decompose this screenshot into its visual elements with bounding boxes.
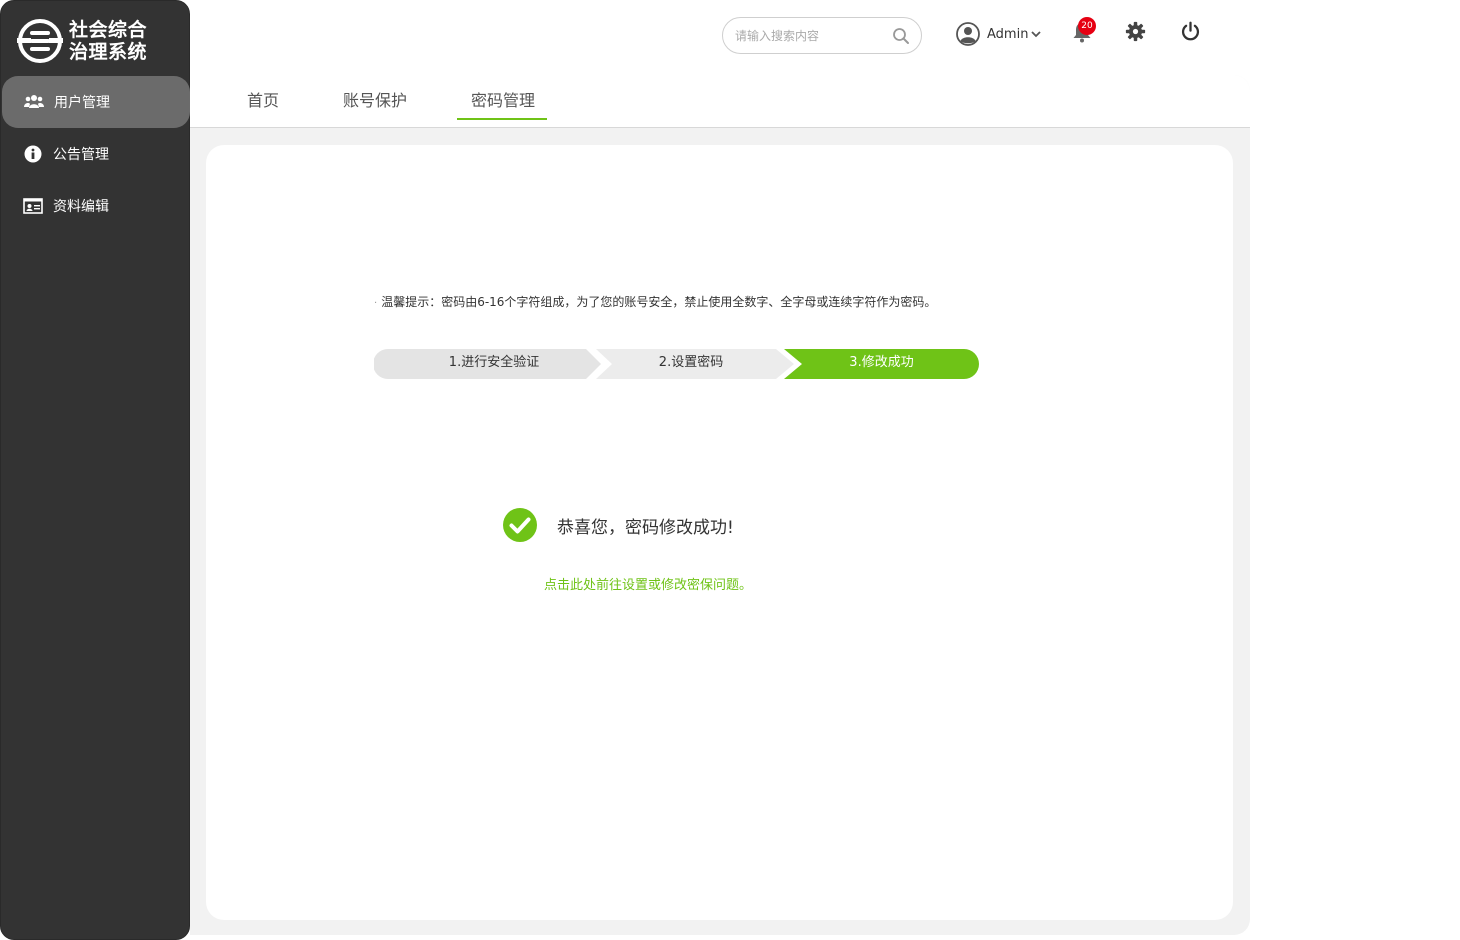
- check-circle-icon: [503, 508, 537, 542]
- notification-badge: 20: [1078, 17, 1096, 35]
- tip-text: 温馨提示：密码由6-16个字符组成，为了您的账号安全，禁止使用全数字、全字母或连…: [381, 295, 937, 309]
- sidebar-item-label: 公告管理: [53, 147, 109, 163]
- app-title: 社会综合 治理系统: [69, 19, 147, 63]
- users-icon: [24, 92, 44, 112]
- info-icon: [23, 144, 43, 164]
- tip-bullet: ·: [374, 298, 378, 309]
- sidebar-nav: 用户管理 公告管理 资料编辑: [1, 76, 191, 232]
- app-logo[interactable]: 社会综合 治理系统: [15, 13, 185, 69]
- security-question-link[interactable]: 点击此处前往设置或修改密保问题。: [544, 574, 752, 593]
- user-menu[interactable]: Admin: [956, 21, 1042, 47]
- user-avatar-icon: [956, 22, 980, 46]
- success-message: 恭喜您，密码修改成功!: [557, 517, 734, 538]
- step-3-label: 3.修改成功: [849, 355, 914, 370]
- search-input[interactable]: [733, 24, 893, 48]
- tab-bar: 首页 账号保护 密码管理: [190, 75, 1250, 128]
- search-box: [722, 17, 922, 54]
- sidebar: 社会综合 治理系统 用户管理 公告管理 资料编辑: [0, 0, 190, 940]
- search-icon[interactable]: [892, 27, 910, 45]
- step-2-label: 2.设置密码: [658, 355, 724, 370]
- sidebar-item-profile-edit[interactable]: 资料编辑: [1, 180, 191, 232]
- active-tab-indicator: [457, 118, 547, 120]
- sidebar-item-label: 用户管理: [54, 95, 110, 111]
- sidebar-item-user-management[interactable]: 用户管理: [2, 76, 190, 128]
- app-title-line2: 治理系统: [69, 41, 148, 63]
- progress-steps: 1.进行安全验证 2.设置密码 3.修改成功: [374, 348, 984, 380]
- tab-account-protection[interactable]: 账号保护: [343, 89, 407, 119]
- chevron-down-icon: [1031, 31, 1042, 38]
- password-result-card: · 温馨提示：密码由6-16个字符组成，为了您的账号安全，禁止使用全数字、全字母或…: [206, 145, 1233, 920]
- id-card-icon: [23, 196, 43, 216]
- tab-home[interactable]: 首页: [247, 89, 279, 119]
- app-title-line1: 社会综合: [69, 19, 148, 41]
- tab-password-management[interactable]: 密码管理: [471, 89, 535, 119]
- sidebar-item-announcements[interactable]: 公告管理: [1, 128, 191, 180]
- gear-icon[interactable]: [1125, 21, 1146, 42]
- success-row: 恭喜您，密码修改成功!: [502, 507, 734, 543]
- sidebar-item-label: 资料编辑: [53, 199, 109, 215]
- logo-icon: [17, 19, 63, 63]
- step-1-label: 1.进行安全验证: [448, 355, 540, 370]
- content-frame: 首页 账号保护 密码管理 · 温馨提示：密码由6-16个字符组成，为了您的账号安全…: [190, 75, 1250, 935]
- user-name: Admin: [987, 26, 1029, 42]
- password-tip: · 温馨提示：密码由6-16个字符组成，为了您的账号安全，禁止使用全数字、全字母或…: [374, 293, 936, 310]
- power-icon[interactable]: [1180, 21, 1201, 42]
